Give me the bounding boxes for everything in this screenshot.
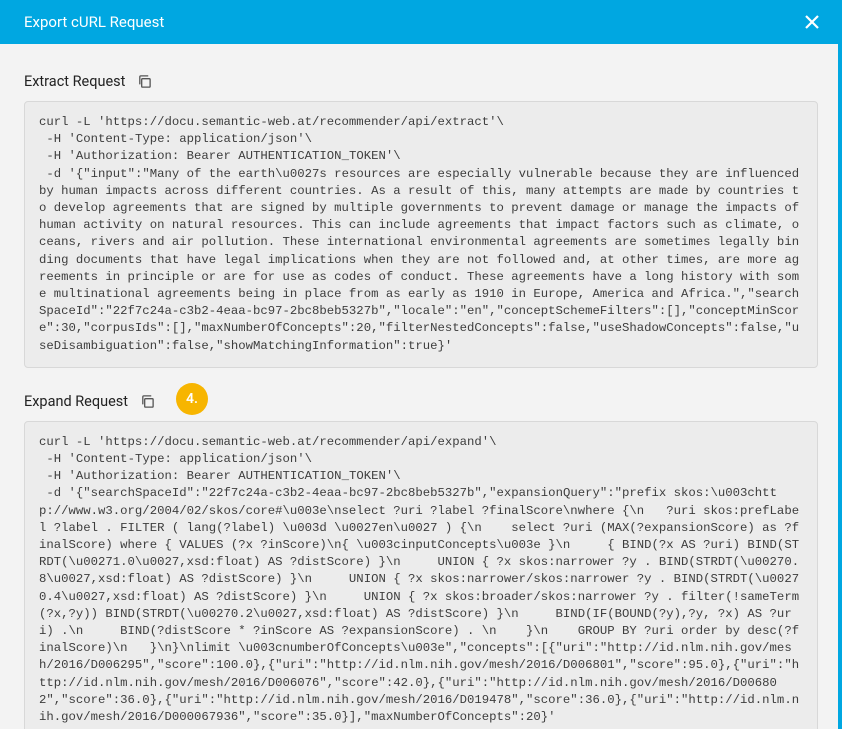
extract-title: Extract Request — [24, 73, 125, 90]
copy-icon — [140, 394, 155, 409]
dialog-header: Export cURL Request — [0, 0, 842, 44]
dialog-content: Extract Request curl -L 'https://docu.se… — [0, 44, 842, 729]
copy-extract-button[interactable] — [135, 72, 154, 91]
expand-title: Expand Request — [24, 393, 128, 410]
copy-icon — [137, 74, 152, 89]
export-curl-dialog: Export cURL Request Extract Request curl… — [0, 0, 842, 729]
expand-code[interactable]: curl -L 'https://docu.semantic-web.at/re… — [24, 421, 818, 729]
dialog-title: Export cURL Request — [24, 13, 164, 31]
extract-code[interactable]: curl -L 'https://docu.semantic-web.at/re… — [24, 101, 818, 368]
extract-section: Extract Request curl -L 'https://docu.se… — [24, 72, 818, 368]
right-accent-bar — [838, 44, 842, 729]
expand-section: Expand Request 4. curl -L 'https://docu.… — [24, 392, 818, 729]
expand-section-header: Expand Request 4. — [24, 392, 818, 411]
close-button[interactable] — [798, 8, 826, 36]
close-icon — [804, 14, 820, 30]
extract-section-header: Extract Request — [24, 72, 818, 91]
copy-expand-button[interactable] — [138, 392, 157, 411]
annotation-step-4: 4. — [176, 383, 208, 415]
